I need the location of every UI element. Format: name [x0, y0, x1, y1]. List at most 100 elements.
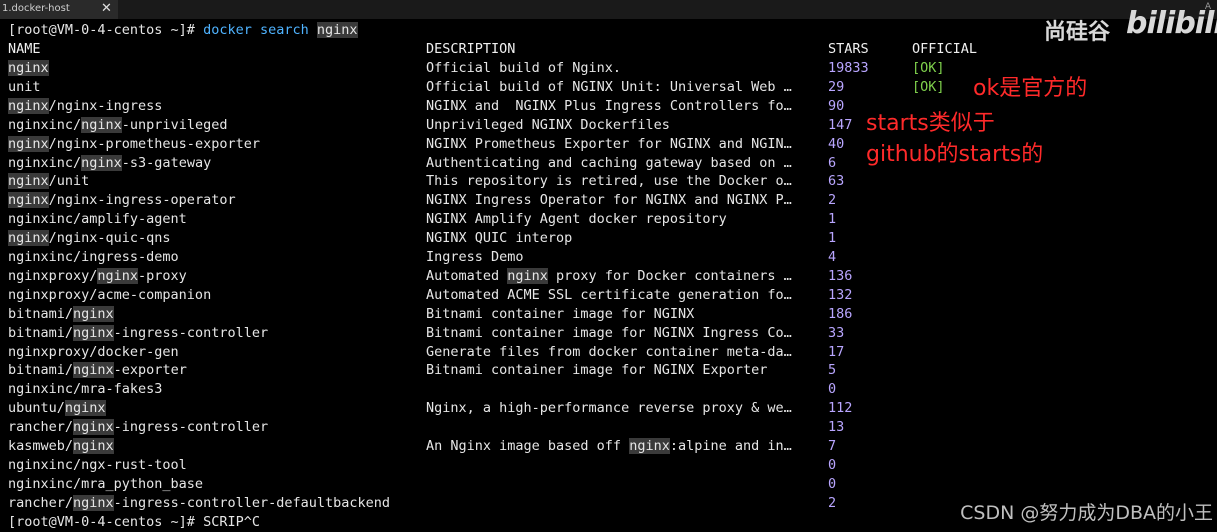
cell-stars: 0: [828, 381, 837, 398]
cell-description: NGINX Prometheus Exporter for NGINX and …: [426, 135, 792, 154]
table-row: rancher/nginx-ingress-controller-default…: [8, 494, 1008, 513]
tab-docker-host[interactable]: 1.docker-host ✕: [0, 0, 118, 19]
match-highlight: nginx: [8, 97, 49, 114]
cell-description: Bitnami container image for NGINX Export…: [426, 361, 767, 380]
cell-description: NGINX Amplify Agent docker repository: [426, 210, 727, 229]
cell-name: nginx/nginx-prometheus-exporter: [8, 135, 260, 154]
typed-input: SCRIP^C: [203, 514, 260, 530]
cell-stars: 13: [828, 419, 845, 436]
cell-stars: 1: [828, 230, 837, 247]
cell-name: nginxinc/ingress-demo: [8, 248, 179, 267]
cell-description: Automated nginx proxy for Docker contain…: [426, 267, 792, 286]
tab-bar: 1.docker-host ✕ A: [0, 0, 1217, 19]
table-row: bitnami/nginx Bitnami container image for…: [8, 305, 1008, 324]
text-segment: -exporter: [113, 362, 187, 379]
match-highlight: nginx: [81, 154, 122, 171]
cell-name: bitnami/nginx-ingress-controller: [8, 324, 268, 343]
tab-label: 1.docker-host: [2, 3, 70, 14]
text-segment: /nginx-ingress: [48, 97, 163, 114]
text-segment: Bitnami container image for NGINX Export…: [426, 362, 768, 379]
table-row: nginxinc/mra_python_base 0: [8, 475, 1008, 494]
text-segment: This repository is retired, use the Dock…: [426, 173, 792, 190]
cell-name: nginxinc/nginx-unprivileged: [8, 116, 227, 135]
cell-stars: 33: [828, 324, 845, 341]
text-segment: /nginx-prometheus-exporter: [48, 135, 260, 152]
cell-description: This repository is retired, use the Dock…: [426, 172, 792, 191]
cell-stars: 6: [828, 154, 837, 171]
text-segment: -ingress-controller: [113, 419, 269, 436]
cell-name: ubuntu/nginx: [8, 399, 106, 418]
match-highlight: nginx: [97, 267, 139, 284]
cell-stars: 0: [828, 456, 837, 473]
table-row: unit Official build of NGINX Unit: Univer…: [8, 78, 1008, 97]
text-segment: /unit: [48, 173, 90, 190]
cell-name: nginxproxy/acme-companion: [8, 286, 211, 305]
command-line: [root@VM-0-4-centos ~]# docker search ng…: [8, 21, 358, 40]
text-segment: Automated ACME SSL certificate generatio…: [426, 286, 792, 303]
match-highlight: nginx: [8, 135, 49, 152]
cell-stars: 136: [828, 267, 853, 284]
table-row: nginxinc/amplify-agent NGINX Amplify Agen…: [8, 210, 1008, 229]
cell-stars: 19833: [828, 60, 869, 76]
last-command-line: [root@VM-0-4-centos ~]# SCRIP^C: [8, 513, 260, 532]
match-highlight: nginx: [8, 192, 49, 209]
table-row: nginx/nginx-quic-qns NGINX QUIC interop 1: [8, 229, 1008, 248]
text-segment: nginxinc/ingress-demo: [8, 249, 179, 265]
text-segment: /nginx-quic-qns: [48, 230, 171, 247]
table-row: nginxproxy/nginx-proxy Automated nginx pr…: [8, 267, 1008, 286]
table-header: NAME DESCRIPTION STARS OFFICIAL: [8, 40, 1008, 59]
cell-stars: 1: [828, 211, 837, 228]
text-segment: Generate files from docker container met…: [426, 343, 792, 360]
cell-stars: 63: [828, 173, 845, 190]
text-segment: NGINX Amplify Agent docker repository: [426, 211, 727, 228]
match-highlight: nginx: [73, 438, 114, 454]
text-segment: Bitnami container image for NGINX: [426, 305, 695, 322]
cell-description: Generate files from docker container met…: [426, 343, 792, 362]
cell-stars: 0: [828, 475, 837, 492]
match-highlight: nginx: [629, 438, 670, 454]
prompt: [root@VM-0-4-centos ~]#: [8, 22, 195, 38]
text-segment: nginxinc/mra-fakes3: [8, 381, 163, 398]
cell-name: nginx/nginx-ingress-operator: [8, 191, 236, 210]
text-segment: NGINX Ingress Operator for NGINX and NGI…: [426, 192, 792, 209]
cell-name: nginx/nginx-quic-qns: [8, 229, 171, 248]
cell-name: nginxinc/ngx-rust-tool: [8, 456, 187, 475]
command-text: docker search: [203, 22, 309, 38]
text-segment: nginxproxy/docker-gen: [8, 343, 179, 360]
command-arg: nginx: [316, 22, 358, 38]
text-segment: nginxproxy/: [8, 267, 98, 284]
header-name: NAME: [8, 41, 41, 57]
csdn-watermark: CSDN @努力成为DBA的小王: [960, 502, 1213, 524]
cell-name: nginx/nginx-ingress: [8, 97, 162, 116]
text-segment: bitnami/: [8, 362, 74, 379]
cell-stars: 2: [828, 494, 837, 511]
table-row: ubuntu/nginx Nginx, a high-performance re…: [8, 399, 1008, 418]
cell-stars: 186: [828, 305, 853, 322]
text-segment: Automated: [426, 267, 508, 284]
cell-description: Unprivileged NGINX Dockerfiles: [426, 116, 670, 135]
cell-description: Bitnami container image for NGINX: [426, 305, 694, 324]
header-description: DESCRIPTION: [426, 41, 516, 57]
cell-description: Authenticating and caching gateway based…: [426, 154, 792, 173]
cell-stars: 40: [828, 135, 845, 152]
cell-name: nginxproxy/docker-gen: [8, 343, 179, 362]
table-row: nginx Official build of Nginx. 19833 [OK]: [8, 59, 1008, 78]
match-highlight: nginx: [81, 116, 122, 133]
text-segment: nginxinc/ngx-rust-tool: [8, 456, 187, 473]
close-icon[interactable]: ✕: [101, 1, 112, 16]
table-row: bitnami/nginx-exporter Bitnami container …: [8, 361, 1008, 380]
cell-stars: 7: [828, 438, 837, 454]
text-segment: unit: [8, 78, 41, 95]
text-segment: -s3-gateway: [121, 154, 212, 171]
table-row: rancher/nginx-ingress-controller 13: [8, 418, 1008, 437]
text-segment: -unprivileged: [121, 116, 228, 133]
cell-description: NGINX QUIC interop: [426, 229, 572, 248]
cell-stars: 132: [828, 286, 853, 303]
table-row: bitnami/nginx-ingress-controller Bitnami …: [8, 324, 1008, 343]
text-segment: nginxproxy/acme-companion: [8, 286, 212, 303]
text-segment: rancher/: [8, 419, 74, 436]
text-segment: nginxinc/amplify-agent: [8, 211, 187, 228]
text-segment: NGINX QUIC interop: [426, 230, 573, 247]
cell-name: nginx: [8, 59, 49, 78]
cell-description: Ingress Demo: [426, 248, 524, 267]
